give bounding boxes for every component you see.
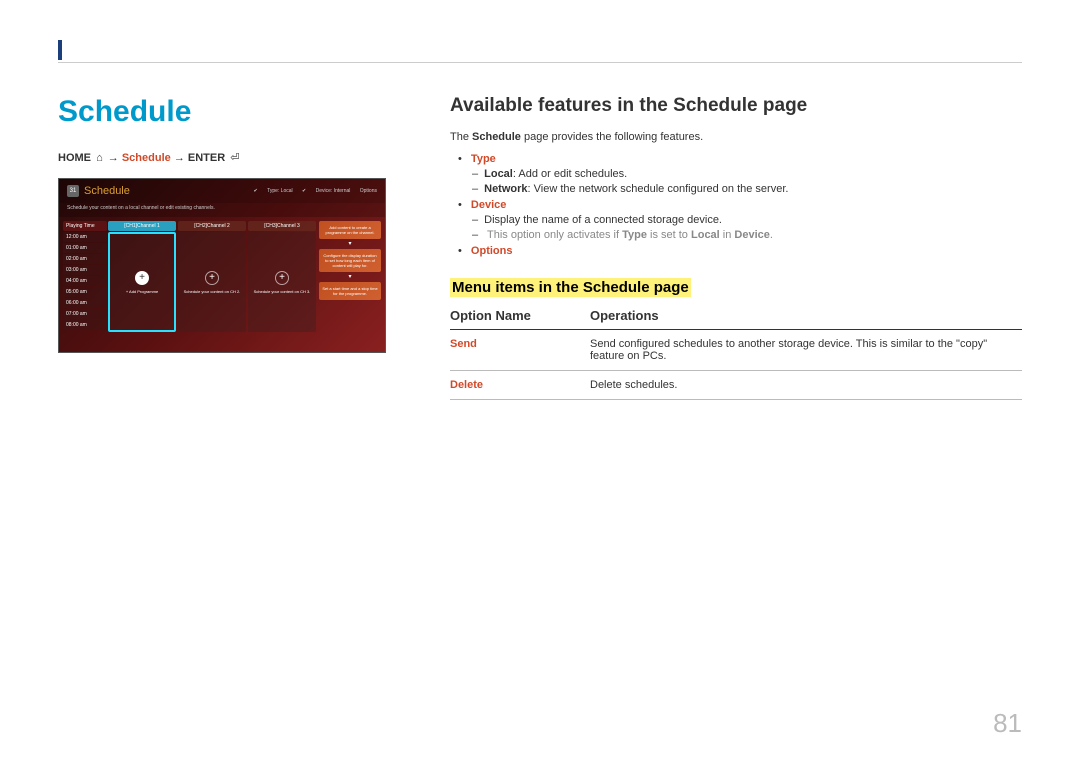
table-row: Delete Delete schedules. [450, 371, 1022, 400]
ss-right-box: Configure the display duration to set ho… [319, 249, 381, 272]
ss-time-header: Playing Time [63, 221, 107, 231]
ss-time-row: 07:00 am [63, 309, 107, 319]
ss-channel-1: [CH1]Channel 1 + + Add Programme [108, 221, 176, 338]
table-row: Send Send configured schedules to anothe… [450, 330, 1022, 371]
table-row-desc: Delete schedules. [590, 379, 1022, 391]
ss-time-row: 05:00 am [63, 287, 107, 297]
breadcrumb: HOME ⌂ → Schedule → ENTER ⏎ [58, 151, 402, 164]
ss-subtitle: Schedule your content on a local channel… [59, 203, 385, 217]
page-number: 81 [993, 708, 1022, 739]
ss-ch-label: Schedule your content on CH 3. [252, 289, 313, 294]
menu-items-heading: Menu items in the Schedule page [450, 279, 1022, 296]
ss-ch-body: + Schedule your content on CH 3. [248, 232, 316, 332]
breadcrumb-arrow-2: → [174, 152, 185, 164]
ss-time-row: 08:00 am [63, 320, 107, 330]
breadcrumb-enter: ENTER [188, 152, 225, 164]
page-accent-bar [58, 40, 62, 60]
ss-time-row: 02:00 am [63, 254, 107, 264]
ss-body: Playing Time 12:00 am 01:00 am 02:00 am … [59, 217, 385, 342]
ss-ch-header: [CH2]Channel 2 [178, 221, 246, 231]
table-row-desc: Send configured schedules to another sto… [590, 338, 1022, 362]
intro-text: The Schedule page provides the following… [450, 131, 1022, 143]
table-header: Option Name Operations [450, 308, 1022, 330]
feature-type-sublist: Local: Add or edit schedules. Network: V… [458, 168, 1022, 195]
ss-time-row: 01:00 am [63, 243, 107, 253]
table-row-name: Send [450, 338, 590, 362]
table-col-operations: Operations [590, 308, 1022, 323]
highlight: Menu items in the Schedule page [450, 278, 691, 297]
table-col-option-name: Option Name [450, 308, 590, 323]
ss-header: 31 Schedule ✔ Type: Local ✔ Device: Inte… [59, 179, 385, 203]
feature-type-label: Type [471, 153, 496, 165]
chevron-down-icon: ▾ [319, 273, 381, 280]
ss-options-label: Options [360, 188, 377, 194]
feature-device-sublist: Display the name of a connected storage … [458, 214, 1022, 241]
plus-icon: + [135, 271, 149, 285]
ss-right-panel: Add content to create a programme on the… [319, 221, 381, 338]
right-column: Available features in the Schedule page … [450, 95, 1022, 400]
ss-channel-2: [CH2]Channel 2 + Schedule your content o… [178, 221, 246, 338]
ss-time-row: 06:00 am [63, 298, 107, 308]
breadcrumb-schedule: Schedule [122, 152, 171, 164]
feature-options: Options [450, 245, 1022, 257]
page-title: Schedule [58, 95, 402, 129]
feature-type-local: Local: Add or edit schedules. [472, 168, 1022, 180]
ss-ch-label: Schedule your content on CH 2. [182, 289, 243, 294]
home-icon: ⌂ [94, 152, 105, 164]
ss-time-row: 03:00 am [63, 265, 107, 275]
ss-channel-3: [CH3]Channel 3 + Schedule your content o… [248, 221, 316, 338]
feature-options-label: Options [471, 245, 513, 257]
plus-icon: + [205, 271, 219, 285]
feature-device-label: Device [471, 199, 506, 211]
features-list: Type Local: Add or edit schedules. Netwo… [450, 153, 1022, 257]
plus-icon: + [275, 271, 289, 285]
ss-ch-body: + + Add Programme [108, 232, 176, 332]
ss-channels: [CH1]Channel 1 + + Add Programme [CH2]Ch… [107, 221, 317, 338]
breadcrumb-arrow-1: → [108, 152, 119, 164]
ss-ch-label: + Add Programme [124, 289, 160, 294]
table-row-name: Delete [450, 379, 590, 391]
feature-device-line1: Display the name of a connected storage … [472, 214, 1022, 226]
ss-ch-header: [CH3]Channel 3 [248, 221, 316, 231]
chevron-down-icon: ▾ [319, 240, 381, 247]
feature-type-network: Network: View the network schedule confi… [472, 183, 1022, 195]
feature-type: Type Local: Add or edit schedules. Netwo… [450, 153, 1022, 195]
ss-title: Schedule [84, 185, 130, 197]
calendar-icon: 31 [67, 185, 79, 197]
ss-ch-header: [CH1]Channel 1 [108, 221, 176, 231]
feature-device-note: This option only activates if Type is se… [472, 229, 1022, 241]
section-title: Available features in the Schedule page [450, 95, 1022, 117]
breadcrumb-home: HOME [58, 152, 91, 164]
cal-day: 31 [70, 188, 77, 194]
ss-time-row: 04:00 am [63, 276, 107, 286]
schedule-screenshot: 31 Schedule ✔ Type: Local ✔ Device: Inte… [58, 178, 386, 353]
enter-icon: ⏎ [228, 151, 241, 164]
ss-times-column: Playing Time 12:00 am 01:00 am 02:00 am … [63, 221, 107, 338]
ss-right-box: Add content to create a programme on the… [319, 221, 381, 239]
ss-ch-body: + Schedule your content on CH 2. [178, 232, 246, 332]
feature-device: Device Display the name of a connected s… [450, 199, 1022, 241]
ss-type-label: ✔ Type: Local [253, 188, 292, 194]
ss-right-box: Set a start time and a stop time for the… [319, 282, 381, 300]
ss-device-label: ✔ Device: Internal [302, 188, 350, 194]
left-column: Schedule HOME ⌂ → Schedule → ENTER ⏎ 31 … [58, 95, 402, 353]
page-top-divider [58, 62, 1022, 63]
ss-time-row: 12:00 am [63, 232, 107, 242]
ss-header-right: ✔ Type: Local ✔ Device: Internal Options [245, 188, 377, 194]
